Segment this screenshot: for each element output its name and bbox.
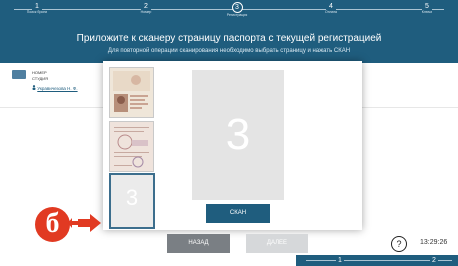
- room-type: СТУДИЯ: [32, 76, 49, 81]
- step-3-label: Регистрация: [226, 13, 248, 17]
- step-3-number: 3: [231, 2, 243, 13]
- page-thumbnail-2[interactable]: [109, 121, 154, 172]
- step-1-label: Поиск брони: [26, 10, 48, 14]
- pager-2: 2: [430, 256, 438, 265]
- guest-panel: НОМЕР СТУДИЯ Укравичезова Н. Ф.: [12, 70, 92, 100]
- step-5-label: Ключи: [421, 10, 433, 14]
- header-bar: 1 Поиск брони 2 Номер 3 Регистрация 4 Оп…: [0, 0, 458, 63]
- thumbnail-page-number: 3: [125, 185, 139, 210]
- room-card-icon: [12, 70, 26, 79]
- help-icon[interactable]: ?: [391, 236, 407, 252]
- page-thumbnail-1[interactable]: [109, 67, 154, 118]
- step-2-number: 2: [141, 3, 151, 10]
- scan-preview: 3: [192, 70, 284, 200]
- back-button[interactable]: НАЗАД: [167, 234, 230, 253]
- pager-1: 1: [336, 256, 344, 265]
- step-2-label: Номер: [140, 10, 152, 14]
- scan-button[interactable]: СКАН: [206, 204, 270, 223]
- step-5: 5 Ключи: [397, 3, 457, 15]
- room-label: НОМЕР: [32, 70, 47, 75]
- page-title: Приложите к сканеру страницу паспорта с …: [76, 33, 382, 44]
- guest-name: Укравичезова Н. Ф.: [37, 86, 78, 91]
- step-4-number: 4: [326, 3, 336, 10]
- person-icon: [32, 85, 36, 90]
- annotation-marker: б: [35, 207, 70, 242]
- preview-page-number: 3: [225, 110, 251, 159]
- annotation-arrow-icon: [68, 214, 101, 232]
- step-4-label: Оплата: [324, 10, 338, 14]
- step-3: 3 Регистрация: [207, 2, 267, 18]
- page-thumbnail-3-selected[interactable]: 3: [109, 173, 155, 229]
- registration-page-image: [110, 122, 153, 171]
- step-5-number: 5: [422, 3, 432, 10]
- step-2: 2 Номер: [116, 3, 176, 15]
- page-subtitle: Для повторной операции сканирования необ…: [107, 48, 351, 54]
- step-1-number: 1: [32, 3, 42, 10]
- step-4: 4 Оплата: [301, 3, 361, 15]
- clock: 13:29:26: [420, 239, 448, 246]
- passport-page-image: [110, 68, 153, 117]
- step-1: 1 Поиск брони: [7, 3, 67, 15]
- guest-name-link[interactable]: Укравичезова Н. Ф.: [32, 85, 78, 91]
- bottom-pager: 1 2: [296, 255, 458, 266]
- next-button[interactable]: ДАЛЕЕ: [246, 234, 308, 253]
